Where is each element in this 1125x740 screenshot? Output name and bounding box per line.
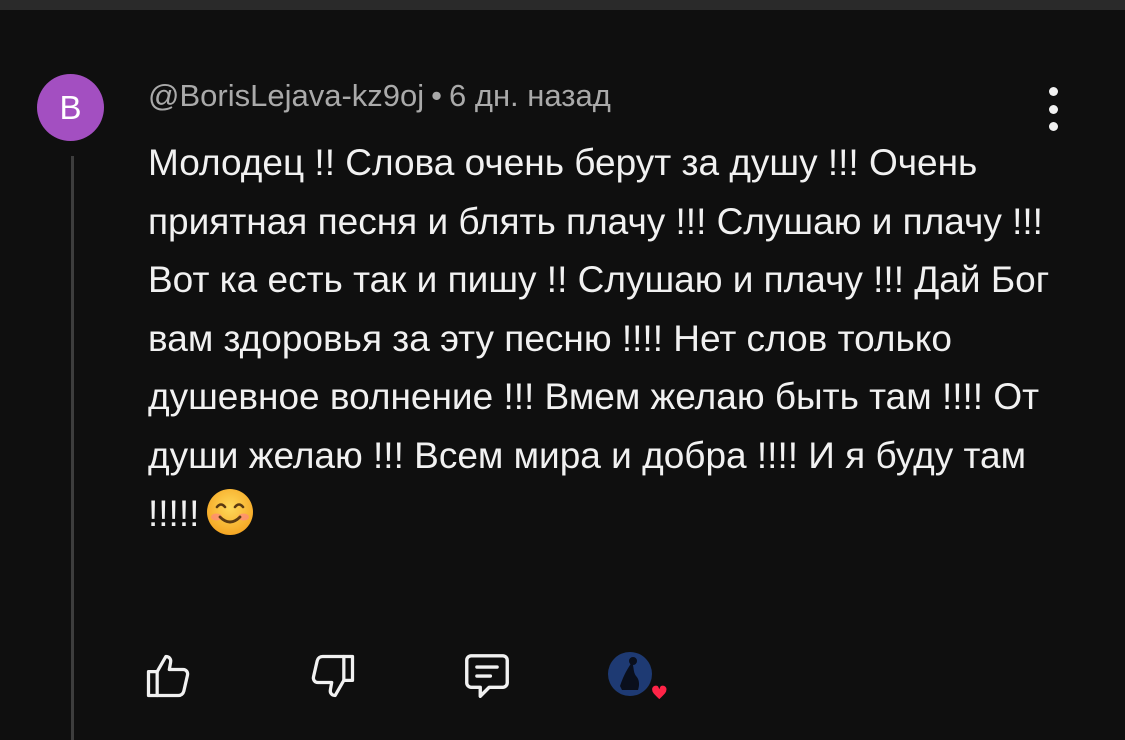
more-options-button[interactable] — [1036, 87, 1070, 131]
creator-heart-badge[interactable] — [606, 648, 670, 708]
creator-heart-icon — [608, 652, 669, 702]
comment-icon — [465, 654, 509, 698]
dislike-button[interactable] — [305, 648, 361, 704]
comment-time[interactable]: 6 дн. назад — [449, 78, 611, 113]
reply-button[interactable] — [458, 648, 516, 704]
avatar[interactable]: B — [37, 74, 104, 141]
more-vertical-icon-dot — [1048, 122, 1058, 131]
comment-text: Молодец !! Слова очень берут за душу !!!… — [148, 142, 1050, 534]
smiling-face-icon — [207, 489, 254, 536]
comment-meta: @BorisLejava-kz9oj • 6 дн. назад — [148, 78, 611, 114]
comment-body: Молодец !! Слова очень берут за душу !!!… — [148, 134, 1068, 544]
top-divider — [0, 0, 1125, 10]
thumbs-down-icon — [311, 654, 355, 698]
thread-line — [71, 156, 74, 740]
meta-separator: • — [431, 78, 442, 113]
like-button[interactable] — [140, 648, 196, 704]
more-vertical-icon — [1048, 87, 1058, 96]
thumbs-up-icon — [146, 654, 190, 698]
avatar-letter: B — [59, 88, 82, 126]
author-handle[interactable]: @BorisLejava-kz9oj — [148, 78, 424, 113]
more-vertical-icon-dot — [1048, 104, 1058, 114]
